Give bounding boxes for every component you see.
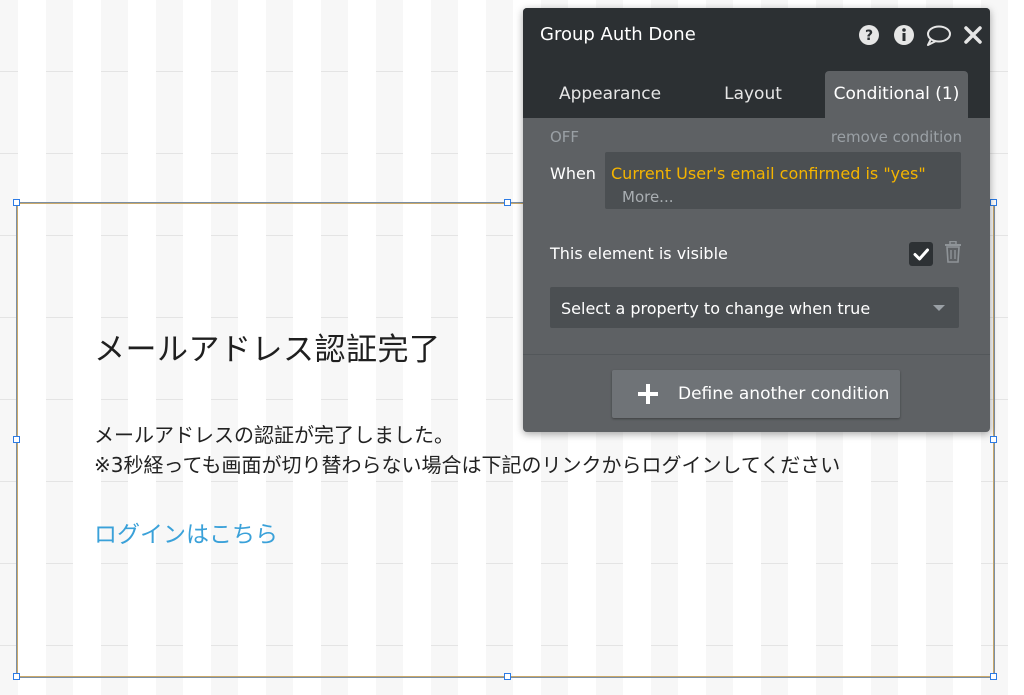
login-link[interactable]: ログインはこちら xyxy=(94,515,278,549)
remove-condition-link[interactable]: remove condition xyxy=(831,128,962,146)
editor-title: Group Auth Done xyxy=(540,24,696,45)
property-select-dropdown[interactable]: Select a property to change when true xyxy=(550,287,959,328)
define-another-condition-label: Define another condition xyxy=(678,384,890,404)
plus-icon xyxy=(638,384,658,404)
close-icon[interactable] xyxy=(962,24,984,46)
tab-layout[interactable]: Layout xyxy=(705,71,801,118)
property-visible-label: This element is visible xyxy=(550,244,728,263)
property-editor-panel: Group Auth Done ? Appearance Layout Cond… xyxy=(523,8,990,432)
when-label: When xyxy=(550,164,596,183)
editor-tab-bar: Appearance Layout Conditional (1) xyxy=(523,62,990,118)
resize-handle-bottom-right[interactable] xyxy=(990,673,997,680)
visible-checkbox[interactable] xyxy=(909,242,933,266)
page-heading: メールアドレス認証完了 xyxy=(94,332,441,368)
condition-status[interactable]: OFF xyxy=(550,128,579,146)
comment-icon[interactable] xyxy=(926,24,952,46)
condition-expression-field[interactable]: Current User's email confirmed is "yes" … xyxy=(605,152,961,209)
trash-icon[interactable] xyxy=(944,241,962,263)
chevron-down-icon xyxy=(933,305,945,311)
editor-header[interactable]: Group Auth Done ? xyxy=(523,8,990,62)
tab-appearance[interactable]: Appearance xyxy=(543,71,677,118)
body-line-redirect-note: ※3秒経っても画面が切り替わらない場合は下記のリンクからログインしてください xyxy=(94,453,841,477)
define-another-condition-button[interactable]: Define another condition xyxy=(612,370,900,418)
property-select-placeholder: Select a property to change when true xyxy=(561,299,871,318)
more-operator-dropdown[interactable]: More... xyxy=(622,188,674,206)
resize-handle-bottom-center[interactable] xyxy=(504,673,511,680)
resize-handle-middle-left[interactable] xyxy=(13,436,20,443)
help-icon[interactable]: ? xyxy=(858,24,880,46)
resize-handle-bottom-left[interactable] xyxy=(13,673,20,680)
resize-handle-middle-right[interactable] xyxy=(990,436,997,443)
resize-handle-top-center[interactable] xyxy=(504,199,511,206)
info-icon[interactable] xyxy=(893,24,915,46)
checkmark-icon xyxy=(913,248,929,261)
resize-handle-top-left[interactable] xyxy=(13,199,20,206)
section-divider xyxy=(523,354,990,355)
condition-expression[interactable]: Current User's email confirmed is "yes" xyxy=(611,164,926,183)
svg-text:?: ? xyxy=(865,28,873,44)
resize-handle-top-right[interactable] xyxy=(990,199,997,206)
tab-conditional[interactable]: Conditional (1) xyxy=(825,71,968,118)
